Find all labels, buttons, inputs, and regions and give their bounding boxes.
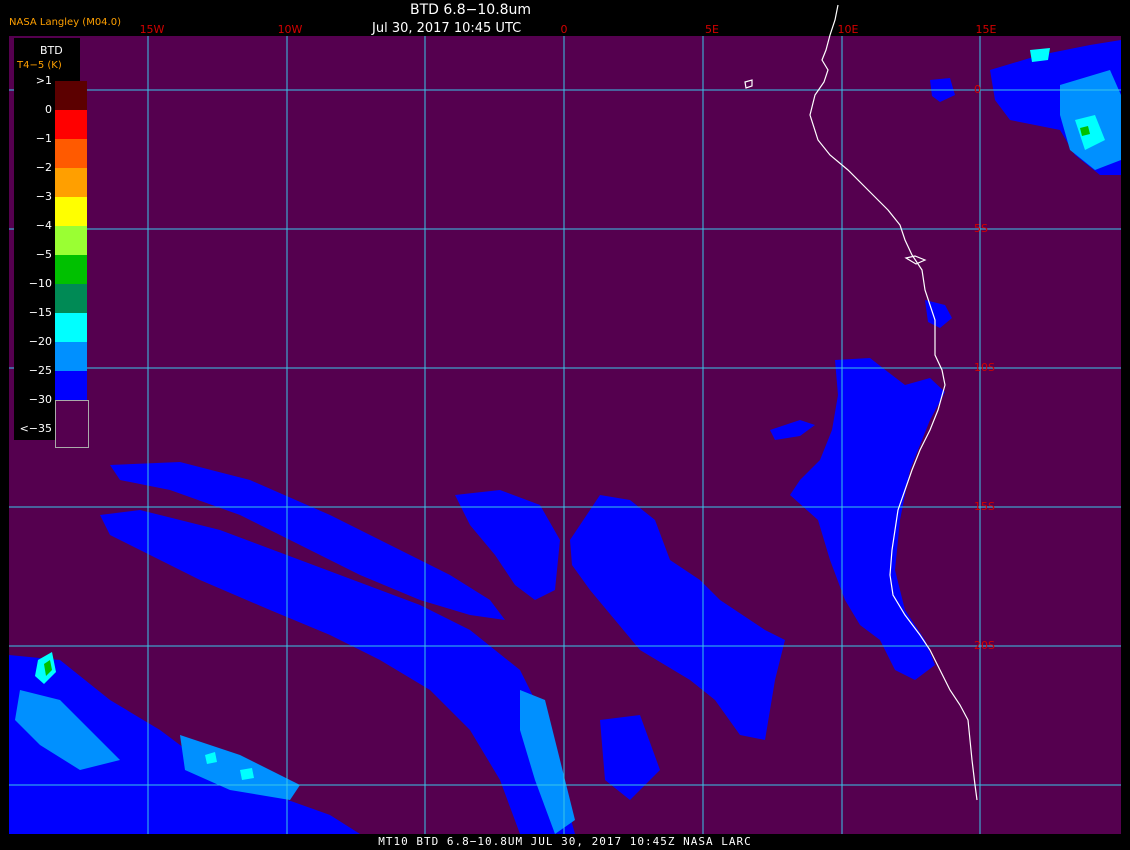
legend-swatch bbox=[55, 168, 87, 197]
legend-swatch bbox=[55, 110, 87, 139]
legend-swatch bbox=[55, 255, 87, 284]
legend-swatch bbox=[55, 139, 87, 168]
lon-label-10w: 10W bbox=[277, 23, 303, 36]
lon-label-15w: 15W bbox=[139, 23, 165, 36]
legend-unit: T4−5 (K) bbox=[17, 60, 62, 71]
lat-label-20s: 20S bbox=[974, 639, 995, 652]
product-title: BTD 6.8−10.8um bbox=[410, 2, 532, 18]
legend-swatch bbox=[55, 342, 87, 371]
image-datetime: Jul 30, 2017 10:45 UTC bbox=[372, 21, 522, 36]
legend-swatch bbox=[55, 226, 87, 255]
lon-label-10e: 10E bbox=[837, 23, 859, 36]
organization-label: NASA Langley (M04.0) bbox=[9, 17, 121, 28]
lat-label-0: 0 bbox=[974, 83, 981, 96]
lat-label-10s: 10S bbox=[974, 361, 995, 374]
lon-label-0: 0 bbox=[560, 23, 568, 36]
legend-swatch bbox=[55, 313, 87, 342]
legend-swatch bbox=[55, 371, 87, 400]
legend-tick-label: <−35 bbox=[19, 422, 52, 435]
lat-label-5s: 5S bbox=[974, 222, 988, 235]
legend-tick-label: −3 bbox=[35, 190, 52, 203]
legend-tick-label: −25 bbox=[28, 364, 52, 377]
legend-swatch bbox=[55, 81, 87, 110]
legend-swatch bbox=[55, 400, 89, 448]
legend-tick-label: −20 bbox=[28, 335, 52, 348]
legend-tick-label: −30 bbox=[28, 393, 52, 406]
color-legend: BTD T4−5 (K) >1 0 −1 −2 −3 −4 −5 −10 −15 −20 −25 −3… bbox=[14, 38, 89, 448]
lon-label-15e: 15E bbox=[975, 23, 997, 36]
legend-tick-label: >1 bbox=[35, 74, 52, 87]
legend-tick-label: 0 bbox=[45, 103, 52, 116]
legend-tick-label: −10 bbox=[28, 277, 52, 290]
legend-title: BTD bbox=[40, 44, 63, 57]
legend-tick-label: −1 bbox=[35, 132, 52, 145]
legend-tick-label: −15 bbox=[28, 306, 52, 319]
legend-tick-label: −5 bbox=[35, 248, 52, 261]
legend-tick-label: −4 bbox=[35, 219, 52, 232]
lat-label-15s: 15S bbox=[974, 500, 995, 513]
legend-tick-label: −2 bbox=[35, 161, 52, 174]
legend-swatch bbox=[55, 197, 87, 226]
ocean-background bbox=[9, 36, 1121, 834]
legend-swatch bbox=[55, 284, 87, 313]
lon-label-5e: 5E bbox=[705, 23, 719, 36]
satellite-image-viewer: NASA Langley (M04.0) BTD 6.8−10.8um Jul … bbox=[0, 0, 1130, 850]
btd-map bbox=[9, 4, 1121, 834]
footer-caption: MT10 BTD 6.8−10.8UM JUL 30, 2017 10:45Z … bbox=[0, 834, 1130, 850]
